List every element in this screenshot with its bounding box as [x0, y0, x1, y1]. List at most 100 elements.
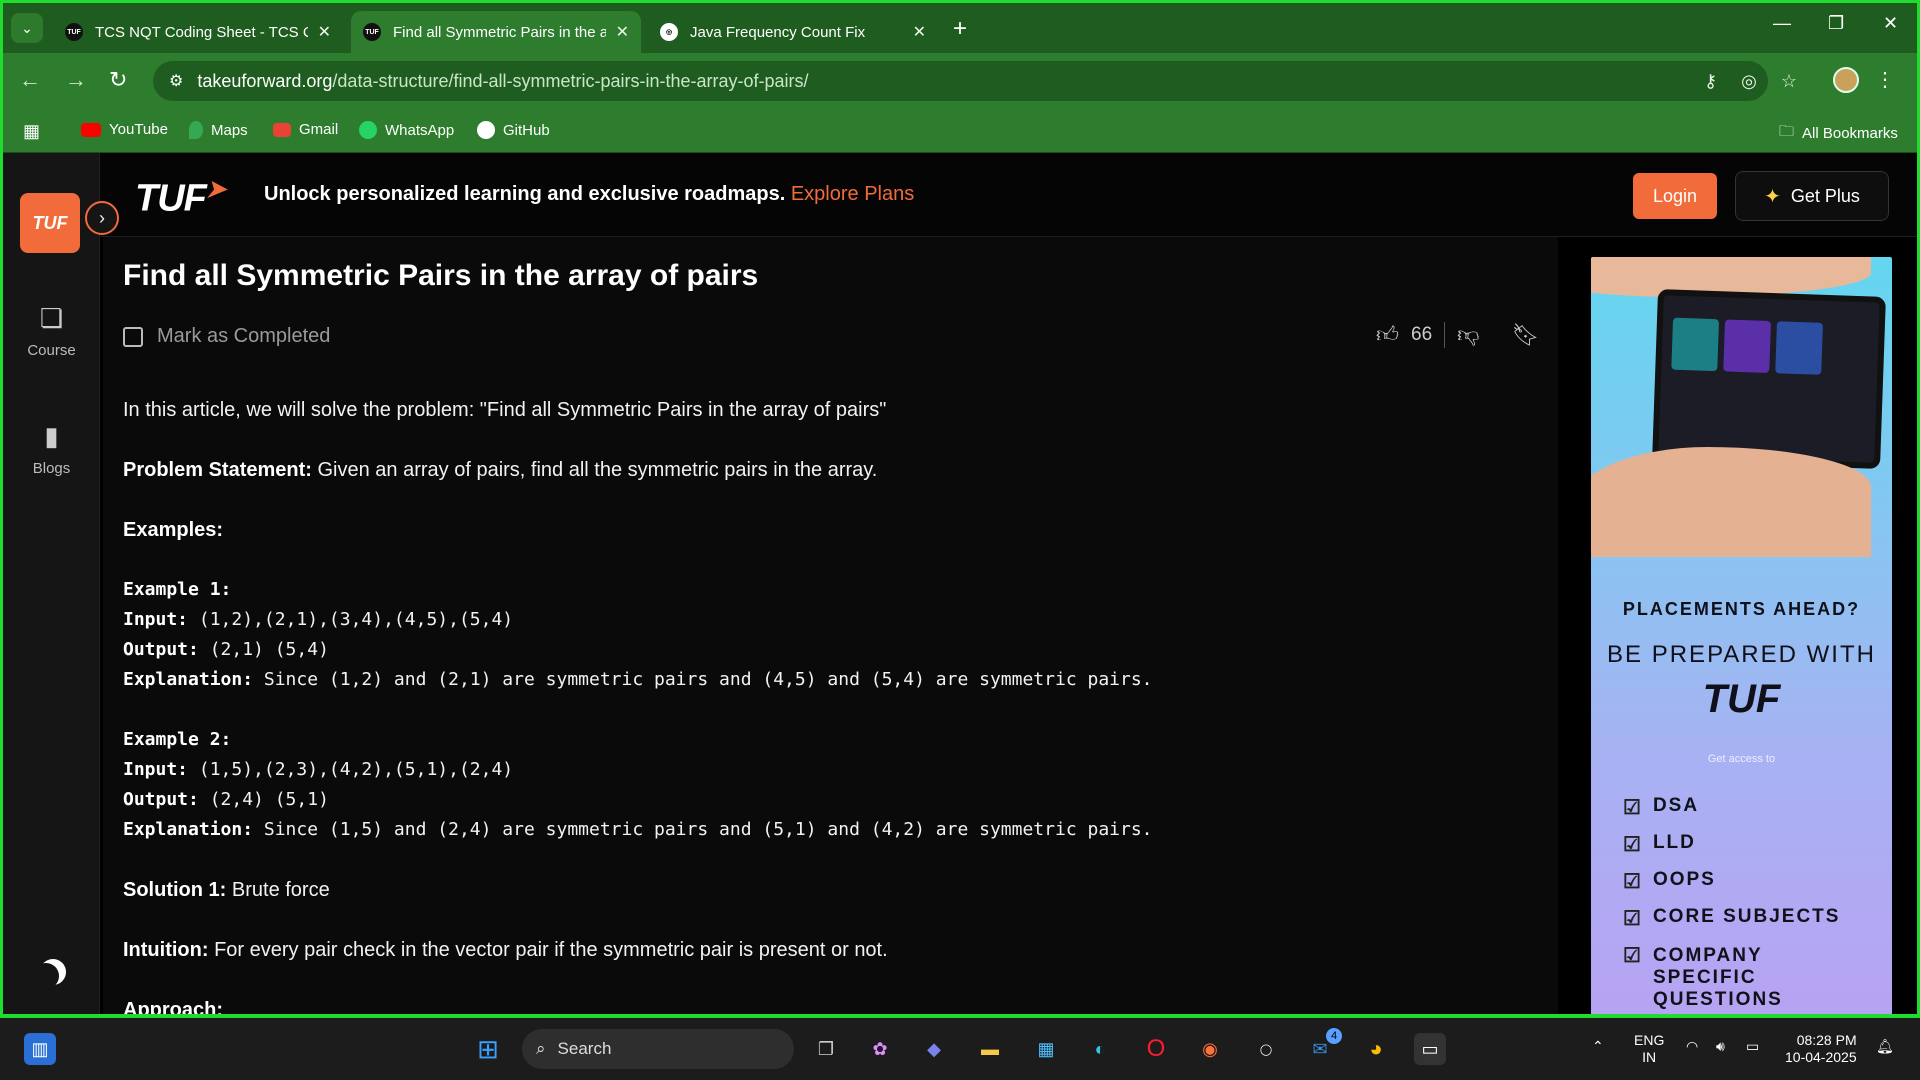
thumbs-up-icon[interactable]: 👍︎	[1376, 321, 1399, 348]
bookmark-icon[interactable]: 🔖︎	[1511, 322, 1539, 348]
ad-feature: ☑ DSA	[1623, 795, 1699, 820]
language-indicator[interactable]: ENG IN	[1634, 1032, 1664, 1066]
notifications-bell-icon[interactable]: 🔔︎	[1876, 1038, 1894, 1055]
advertisement-banner[interactable]: PLACEMENTS AHEAD? BE PREPARED WITH TUF G…	[1591, 257, 1892, 1014]
store-icon[interactable]: ▦	[1030, 1033, 1062, 1065]
all-bookmarks-button[interactable]: 🗀 All Bookmarks	[1779, 121, 1898, 146]
file-explorer-icon[interactable]: ▬	[974, 1033, 1006, 1065]
site-info-icon[interactable]: ⚙	[169, 71, 183, 91]
address-bar[interactable]: ⚙ takeuforward.org /data-structure/find-…	[153, 61, 1768, 101]
chrome-icon[interactable]: ◕	[1360, 1033, 1392, 1065]
show-hidden-icons[interactable]: ⌃	[1592, 1038, 1604, 1055]
bookmark-star-icon[interactable]: ☆	[1781, 71, 1797, 92]
tab-search-button[interactable]: ⌄	[11, 13, 43, 43]
start-windows-icon[interactable]: ⊞	[472, 1033, 504, 1065]
explore-plans-link[interactable]: Explore Plans	[791, 183, 914, 205]
tracking-eye-icon[interactable]: ◎	[1741, 71, 1757, 92]
dell-icon[interactable]: ◯	[1250, 1033, 1282, 1065]
password-key-icon[interactable]: ⚷	[1704, 71, 1717, 92]
bookmark-youtube[interactable]: YouTube	[81, 121, 168, 138]
back-icon[interactable]: ←	[19, 67, 41, 93]
tuf-logo[interactable]: TUF	[20, 193, 80, 253]
bookmark-github[interactable]: GitHub	[477, 121, 550, 139]
problem-statement: Problem Statement: Given an array of pai…	[123, 455, 1523, 485]
example-title: Example 2:	[123, 729, 232, 750]
explanation-text: Since (1,5) and (2,4) are symmetric pair…	[253, 819, 1153, 840]
language-text: ENG	[1634, 1032, 1665, 1048]
solution-text: Brute force	[226, 879, 330, 901]
sidebar-item-blogs[interactable]: ▮ Blogs	[3, 421, 100, 477]
input-value: (1,5),(2,3),(4,2),(5,1),(2,4)	[188, 759, 514, 780]
tab-symmetric-pairs[interactable]: TUF Find all Symmetric Pairs in the arra…	[351, 11, 641, 53]
feature-label: CORE SUBJECTS	[1652, 906, 1841, 927]
copilot-icon[interactable]: ✿	[864, 1033, 896, 1065]
bookmarks-bar: ▦ YouTube Maps Gmail WhatsApp GitHub 🗀 A…	[3, 109, 1917, 153]
check-icon: ☑	[1623, 834, 1643, 856]
wifi-icon[interactable]: ◠	[1686, 1038, 1698, 1055]
close-tab-icon[interactable]: ✕	[913, 22, 926, 42]
taskbar-search[interactable]: ⌕ Search	[522, 1029, 794, 1069]
apps-grid-icon[interactable]: ▦	[23, 121, 40, 142]
close-tab-icon[interactable]: ✕	[318, 22, 331, 42]
browser-toolbar: ← → ↻ ⚙ takeuforward.org /data-structure…	[3, 53, 1917, 109]
ad-headline: PLACEMENTS AHEAD?	[1622, 599, 1861, 619]
browser-menu-icon[interactable]: ⋮	[1875, 67, 1895, 92]
tuf-favicon-icon: TUF	[363, 23, 381, 41]
bookmark-whatsapp[interactable]: WhatsApp	[359, 121, 454, 139]
new-tab-button[interactable]: +	[953, 15, 967, 43]
profile-avatar[interactable]	[1833, 67, 1859, 93]
region-text: IN	[1642, 1049, 1657, 1065]
tablet-tile	[1723, 319, 1772, 374]
reload-icon[interactable]: ↻	[109, 67, 127, 93]
forward-icon[interactable]: →	[65, 67, 87, 93]
dark-mode-moon-icon[interactable]	[33, 963, 59, 989]
tablet-tile	[1671, 317, 1720, 372]
mark-completed-checkbox[interactable]	[123, 326, 143, 347]
widgets-icon[interactable]: ▥	[24, 1033, 56, 1065]
sidebar-item-course[interactable]: ❏ Course	[3, 303, 100, 359]
left-sidebar: TUF › ❏ Course ▮ Blogs	[3, 153, 119, 1014]
restore-icon[interactable]: ❐	[1828, 13, 1844, 34]
vote-divider	[1444, 321, 1446, 348]
promo-banner: Unlock personalized learning and exclusi…	[264, 183, 914, 206]
article-body: In this article, we will solve the probl…	[123, 395, 1523, 1017]
expand-sidebar-button[interactable]: ›	[85, 201, 119, 235]
bookmark-maps[interactable]: Maps	[189, 121, 248, 139]
login-button[interactable]: Login	[1633, 173, 1717, 219]
teams-icon[interactable]: ◆	[918, 1033, 950, 1065]
clock[interactable]: 08:28 PM 10-04-2025	[1785, 1032, 1857, 1066]
brand-logo[interactable]: TUF➤	[135, 175, 226, 221]
approach-label: Approach:	[123, 999, 223, 1017]
check-icon: ☑	[1623, 945, 1643, 967]
tab-java-frequency[interactable]: ◎ Java Frequency Count Fix ✕	[648, 11, 938, 53]
close-tab-icon[interactable]: ✕	[616, 22, 629, 42]
mark-completed-toggle[interactable]: Mark as Completed	[123, 325, 330, 348]
maps-icon	[189, 121, 203, 139]
ad-feature: ☑ OOPS	[1623, 869, 1716, 894]
bookmark-label: YouTube	[109, 121, 168, 138]
url-path: /data-structure/find-all-symmetric-pairs…	[332, 70, 809, 91]
get-plus-button[interactable]: ✦ Get Plus	[1735, 171, 1889, 221]
minimize-icon[interactable]: —	[1773, 13, 1791, 34]
edge-icon[interactable]: ◐	[1084, 1033, 1116, 1065]
thumbs-down-icon[interactable]: 👎︎	[1457, 321, 1479, 348]
intuition-paragraph: Intuition: For every pair check in the v…	[123, 935, 1523, 965]
close-window-icon[interactable]: ✕	[1883, 13, 1898, 34]
problem-label: Problem Statement:	[123, 459, 312, 481]
sparkle-icon: ✦	[1764, 185, 1781, 208]
date-text: 10-04-2025	[1785, 1049, 1857, 1065]
search-placeholder: Search	[557, 1039, 612, 1058]
ad-feature: ☑ LLD	[1623, 832, 1696, 857]
example-title: Example 1:	[123, 579, 232, 600]
tab-tcs-nqt[interactable]: TUF TCS NQT Coding Sheet - TCS Coding ✕	[53, 11, 343, 53]
bookmark-gmail[interactable]: Gmail	[273, 121, 338, 138]
tablet-image	[1652, 289, 1886, 469]
volume-icon[interactable]: 🔊︎	[1716, 1038, 1725, 1055]
opera-icon[interactable]: O	[1140, 1033, 1172, 1065]
battery-icon[interactable]: ▭	[1746, 1038, 1759, 1055]
tab-strip: ⌄ TUF TCS NQT Coding Sheet - TCS Coding …	[3, 3, 1917, 53]
feature-label: OOPS	[1652, 869, 1716, 890]
terminal-icon[interactable]: ▭	[1414, 1033, 1446, 1065]
task-view-icon[interactable]: ❐	[810, 1033, 842, 1065]
firefox-icon[interactable]: ◉	[1194, 1033, 1226, 1065]
